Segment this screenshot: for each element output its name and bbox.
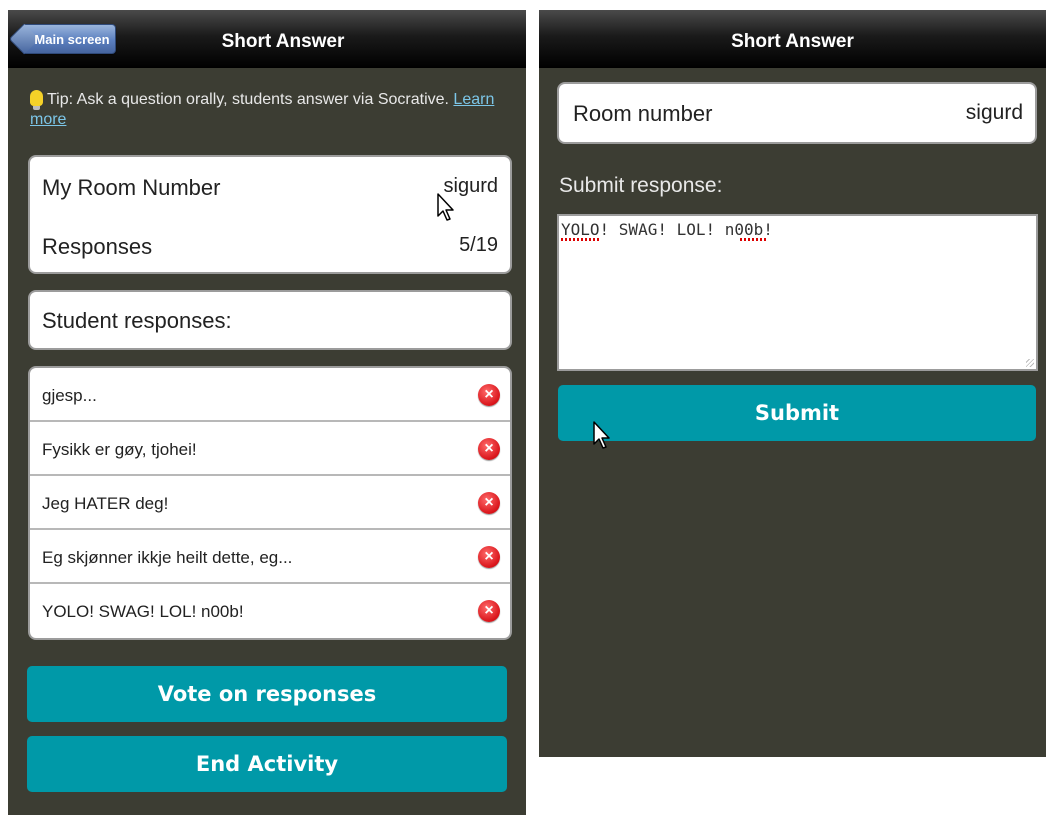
tip-text: Tip: Ask a question orally, students ans… <box>30 90 500 130</box>
list-item: YOLO! SWAG! LOL! n00b! × <box>30 584 510 638</box>
page-title: Short Answer <box>221 31 345 52</box>
mouse-cursor-icon <box>593 421 610 449</box>
delete-icon[interactable]: × <box>478 600 500 622</box>
responses-label: Responses <box>42 234 153 259</box>
list-item: Fysikk er gøy, tjohei! × <box>30 422 510 476</box>
list-item: gjesp... × <box>30 368 510 422</box>
student-responses-header: Student responses: <box>28 290 512 350</box>
mouse-cursor-icon <box>437 193 454 221</box>
spellcheck-underline <box>740 238 768 241</box>
top-bar: Main screen Short Answer <box>8 10 526 68</box>
resize-handle-icon[interactable] <box>1026 359 1034 367</box>
delete-icon[interactable]: × <box>478 384 500 406</box>
response-text: gjesp... <box>42 386 97 405</box>
student-screen: Short Answer Room number sigurd Submit r… <box>539 10 1046 757</box>
delete-icon[interactable]: × <box>478 438 500 460</box>
teacher-screen: Main screen Short Answer Tip: Ask a ques… <box>8 10 526 815</box>
submit-button[interactable]: Submit <box>558 385 1036 441</box>
delete-icon[interactable]: × <box>478 546 500 568</box>
response-text: Jeg HATER deg! <box>42 494 169 513</box>
list-item: Jeg HATER deg! × <box>30 476 510 530</box>
end-activity-button[interactable]: End Activity <box>27 736 507 792</box>
response-textarea-box <box>557 214 1038 371</box>
lightbulb-icon <box>30 90 43 110</box>
tip-message: Tip: Ask a question orally, students ans… <box>47 91 449 108</box>
response-text: Fysikk er gøy, tjohei! <box>42 440 197 459</box>
page-title: Short Answer <box>731 31 854 52</box>
main-screen-button-label: Main screen <box>34 32 110 47</box>
list-item: Eg skjønner ikkje heilt dette, eg... × <box>30 530 510 584</box>
responses-count: 5/19 <box>459 234 498 256</box>
room-number-label: My Room Number <box>42 175 221 200</box>
delete-icon[interactable]: × <box>478 492 500 514</box>
room-number-card: Room number sigurd <box>557 82 1037 144</box>
response-text: YOLO! SWAG! LOL! n00b! <box>42 602 244 621</box>
room-number-value: sigurd <box>965 101 1023 124</box>
response-input[interactable] <box>561 220 1031 360</box>
student-responses-title: Student responses: <box>42 308 232 333</box>
main-screen-button[interactable]: Main screen <box>22 24 116 54</box>
spellcheck-underline <box>561 238 599 241</box>
response-text: Eg skjønner ikkje heilt dette, eg... <box>42 548 293 567</box>
top-bar: Short Answer <box>539 10 1046 68</box>
responses-list: gjesp... × Fysikk er gøy, tjohei! × Jeg … <box>28 366 512 640</box>
submit-response-label: Submit response: <box>559 174 723 197</box>
room-number-label: Room number <box>573 101 713 126</box>
vote-on-responses-button[interactable]: Vote on responses <box>27 666 507 722</box>
